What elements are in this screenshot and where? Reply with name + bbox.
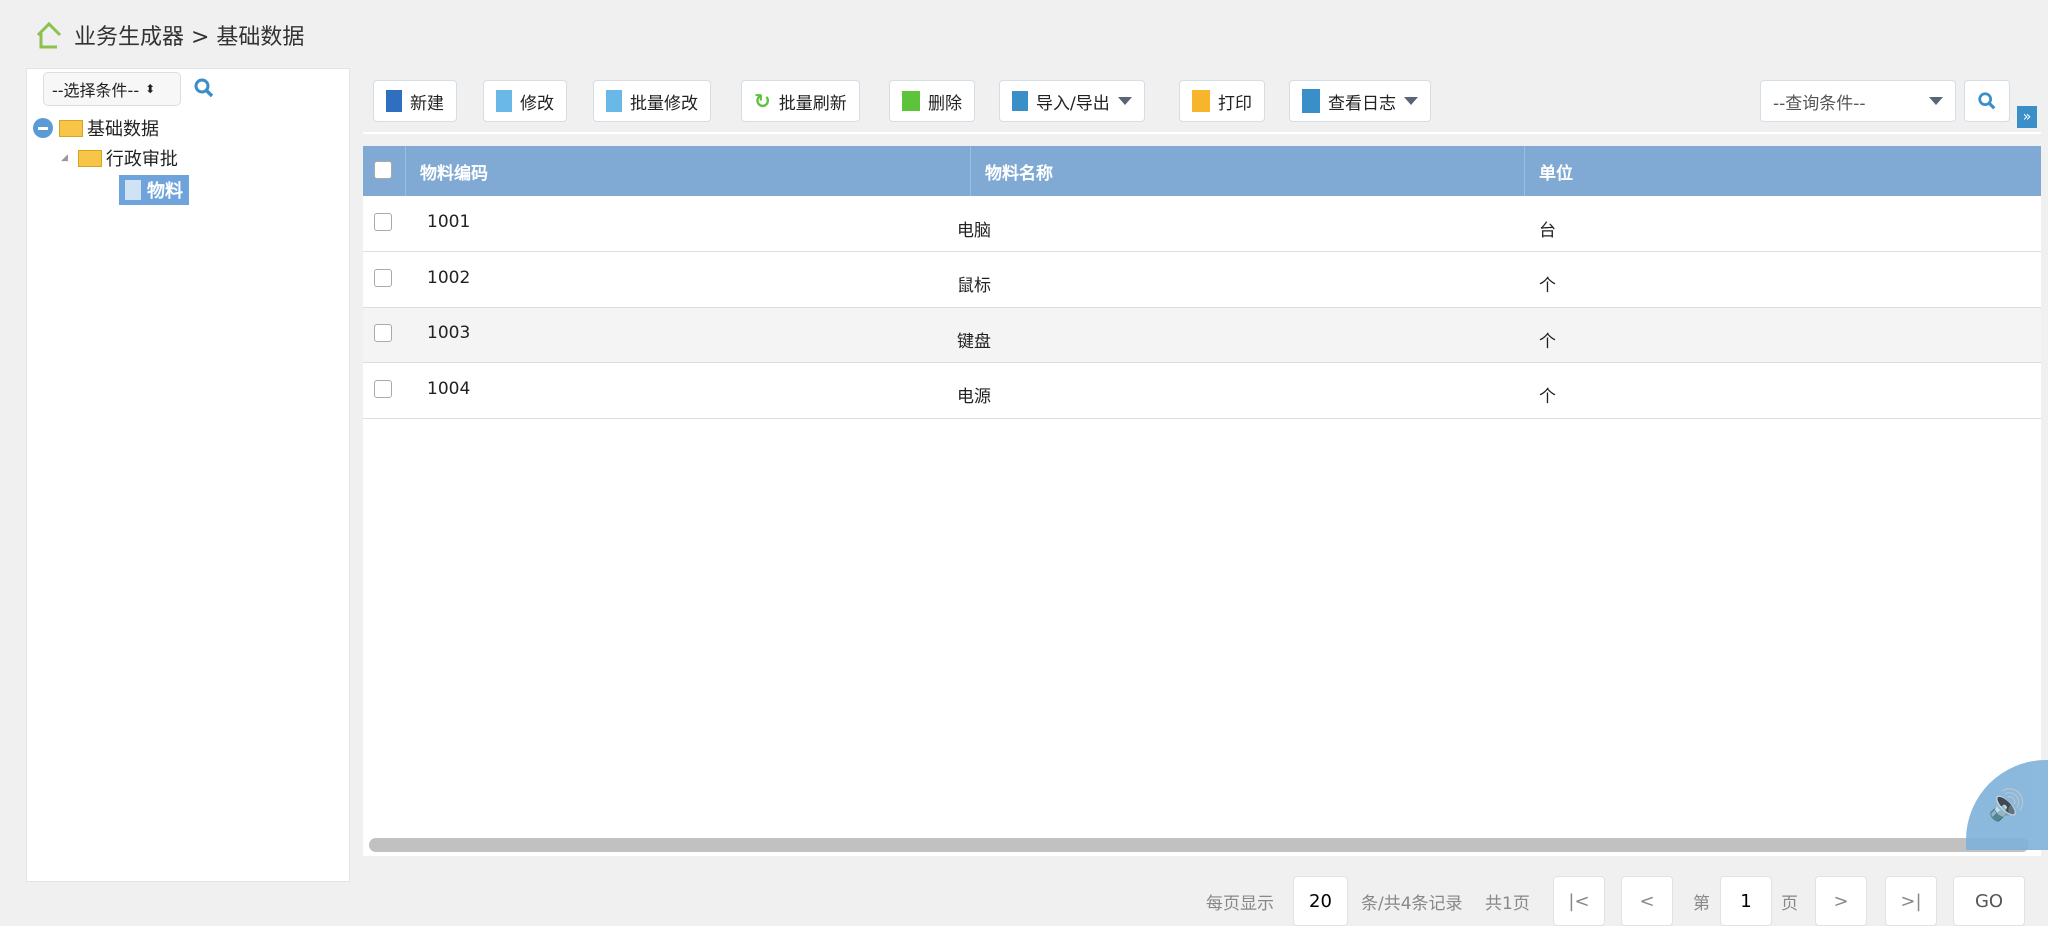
next-page-button[interactable]: > <box>1815 876 1867 926</box>
batch-refresh-button[interactable]: ↻ 批量刷新 <box>741 80 860 122</box>
tree-node-leaf-selected[interactable]: 物料 <box>119 175 189 205</box>
refresh-icon: ↻ <box>754 89 771 113</box>
prev-page-button[interactable]: < <box>1621 876 1673 926</box>
updown-icon: ⬍ <box>145 82 156 96</box>
row-checkbox[interactable] <box>374 324 392 342</box>
tree-node-label: 行政审批 <box>105 149 178 170</box>
select-all-checkbox[interactable] <box>374 161 392 179</box>
label: 修改 <box>520 93 554 114</box>
table-cell: 1004 <box>427 378 471 399</box>
folder-open-icon <box>77 149 102 167</box>
new-file-icon <box>386 90 402 112</box>
page-prefix: 第 <box>1693 893 1710 914</box>
new-button[interactable]: 新建 <box>373 80 457 122</box>
printer-icon <box>1192 90 1210 112</box>
folder-open-icon <box>59 119 83 137</box>
table-cell: 个 <box>1539 331 1556 352</box>
dropdown-arrow-icon <box>1929 97 1943 105</box>
file-icon <box>125 180 141 200</box>
column-header[interactable]: 物料名称 <box>970 146 1524 196</box>
go-button[interactable]: GO <box>1953 876 2025 926</box>
view-log-button[interactable]: 查看日志 <box>1289 80 1431 122</box>
table-row[interactable]: 1004 电源 个 <box>363 363 2041 419</box>
import-export-button[interactable]: 导入/导出 <box>999 80 1145 122</box>
table-cell: 1003 <box>427 323 471 343</box>
label: 删除 <box>928 93 962 114</box>
table-cell: 电脑 <box>957 220 991 241</box>
import-icon <box>1012 91 1028 111</box>
tree-node-root[interactable]: 基础数据 <box>33 113 159 143</box>
search-icon[interactable] <box>193 77 215 99</box>
home-icon <box>36 21 62 49</box>
table-row[interactable]: 1001 电脑 台 <box>363 197 2041 252</box>
tree-node-child[interactable]: ◢ 行政审批 <box>61 143 178 173</box>
value: --查询条件-- <box>1773 93 1866 114</box>
table-cell: 台 <box>1539 220 1556 241</box>
label: 打印 <box>1218 93 1252 114</box>
breadcrumb-text: 业务生成器 > 基础数据 <box>74 25 305 50</box>
column-header[interactable]: 单位 <box>1524 146 2041 196</box>
label: 导入/导出 <box>1036 93 1110 114</box>
print-button[interactable]: 打印 <box>1179 80 1265 122</box>
table-cell: 键盘 <box>957 331 991 352</box>
records-count: 条/共4条记录 <box>1361 893 1463 914</box>
table-cell: 个 <box>1539 387 1556 407</box>
table-cell: 个 <box>1539 276 1556 296</box>
table-cell: 1001 <box>427 212 471 232</box>
table-cell: 鼠标 <box>957 276 991 296</box>
edit-button[interactable]: 修改 <box>483 80 567 122</box>
condition-select[interactable]: --选择条件-- ⬍ <box>43 72 181 106</box>
query-condition-select[interactable]: --查询条件-- <box>1760 80 1956 122</box>
row-checkbox[interactable] <box>374 213 392 231</box>
row-checkbox[interactable] <box>374 268 392 287</box>
collapse-icon[interactable] <box>33 118 53 138</box>
dropdown-arrow-icon <box>1117 97 1132 105</box>
label: 批量刷新 <box>778 93 847 114</box>
table-cell: 电源 <box>957 387 991 407</box>
edit-icon <box>496 90 512 112</box>
first-page-button[interactable]: |< <box>1553 876 1605 926</box>
divider <box>363 132 2041 134</box>
table-row[interactable]: 1002 鼠标 个 <box>363 252 2041 308</box>
condition-select-value: --选择条件-- <box>52 81 140 100</box>
table-header: 物料编码 物料名称 单位 <box>363 146 2041 196</box>
page-suffix: 页 <box>1781 893 1798 914</box>
expand-arrow-icon[interactable]: ◢ <box>61 153 68 163</box>
page-input[interactable]: 1 <box>1720 876 1772 926</box>
dropdown-arrow-icon <box>1404 97 1418 105</box>
log-icon <box>1302 89 1320 113</box>
delete-button[interactable]: 删除 <box>889 80 975 122</box>
batch-edit-button[interactable]: 批量修改 <box>593 80 711 122</box>
tree-node-label: 基础数据 <box>87 119 159 140</box>
edit-icon <box>606 90 622 112</box>
table-cell: 1002 <box>427 267 471 288</box>
label: 新建 <box>410 93 444 114</box>
query-search-button[interactable] <box>1964 80 2010 122</box>
tree-node-label: 物料 <box>147 181 183 202</box>
last-page-button[interactable]: >| <box>1885 876 1937 926</box>
label: 批量修改 <box>630 93 698 114</box>
per-page-label: 每页显示 <box>1206 893 1274 914</box>
label: 查看日志 <box>1328 93 1396 114</box>
table-row[interactable]: 1003 键盘 个 <box>363 308 2041 363</box>
search-icon <box>1978 92 1996 110</box>
breadcrumb: 业务生成器 > 基础数据 <box>34 18 304 52</box>
per-page-input[interactable]: 20 <box>1293 876 1348 926</box>
row-checkbox[interactable] <box>374 379 392 398</box>
trash-icon <box>902 91 920 111</box>
left-tree-panel: --选择条件-- ⬍ 基础数据 ◢ 行政审批 物料 <box>26 68 350 882</box>
main-panel: 新建 修改 批量修改 ↻ 批量刷新 删除 导入/导出 打印 查看日志 --查询条件… <box>363 68 2048 926</box>
total-pages: 共1页 <box>1485 893 1530 914</box>
column-header[interactable]: 物料编码 <box>405 146 970 196</box>
expand-panel-icon[interactable]: » <box>2017 106 2037 128</box>
data-grid: 物料编码 物料名称 单位 1001 电脑台 1002 鼠标个 1003 键盘个 1004 电源… <box>363 146 2041 856</box>
horizontal-scrollbar[interactable] <box>369 838 2029 852</box>
